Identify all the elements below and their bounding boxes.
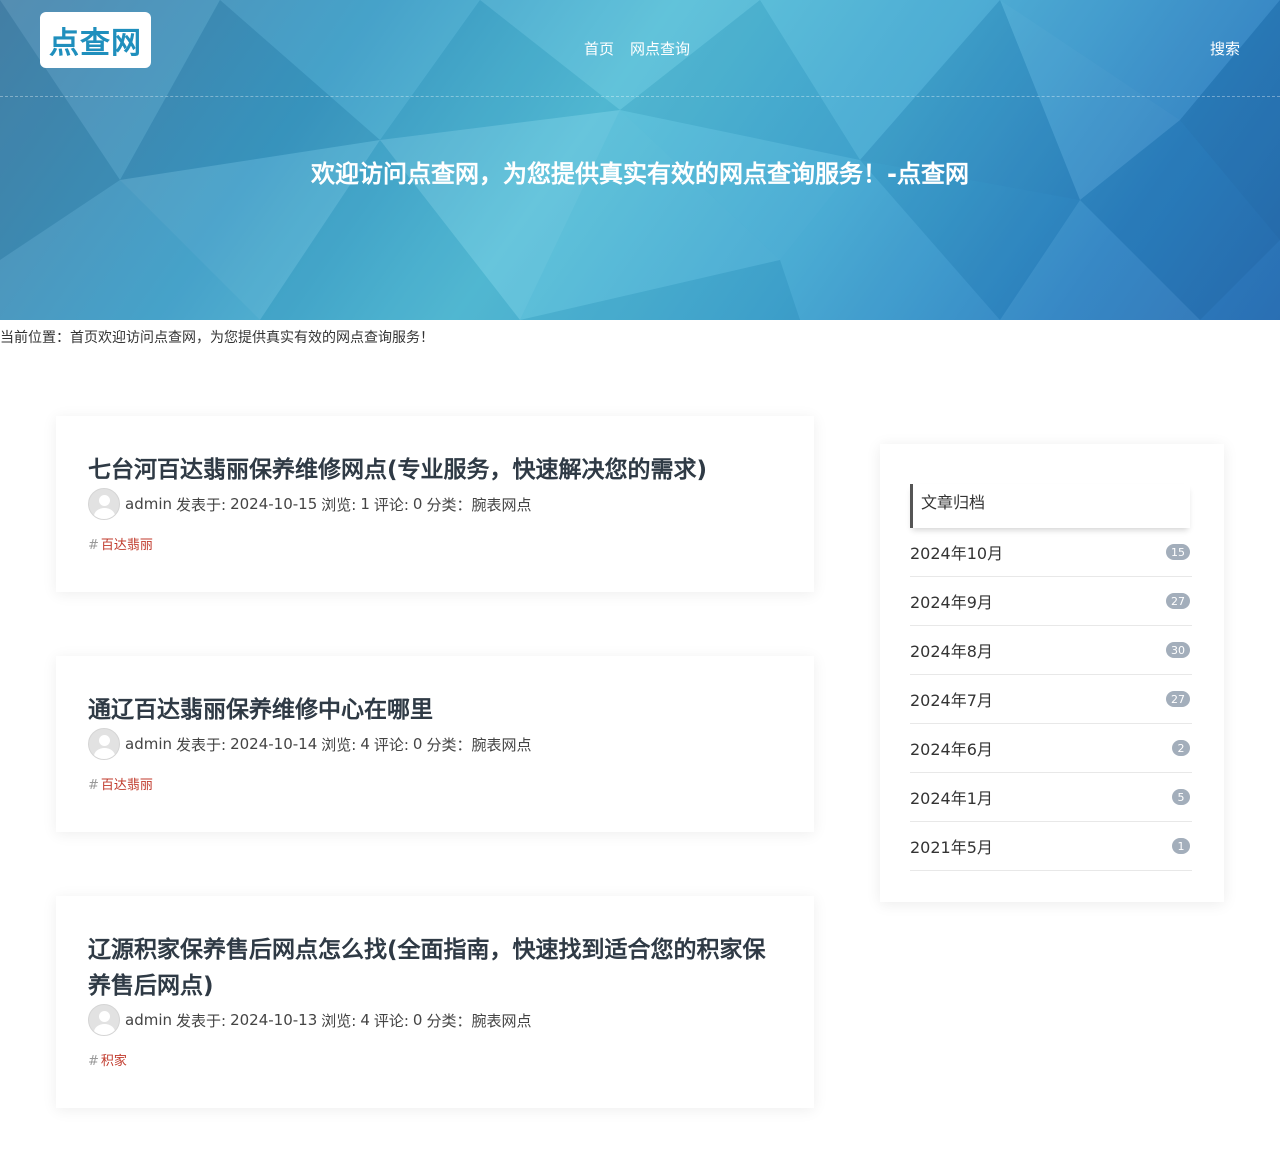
published-label: 发表于: [176, 1011, 227, 1030]
article-title[interactable]: 通辽百达翡丽保养维修中心在哪里 [88, 692, 782, 728]
banner-title: 欢迎访问点查网，为您提供真实有效的网点查询服务！-点查网 [311, 160, 969, 188]
views-count: 4 [360, 735, 370, 753]
publish-date: 2024-10-14 [230, 735, 318, 753]
comments-count: 0 [412, 1011, 423, 1029]
archive-month: 2024年9月 [910, 593, 993, 612]
tag-hash: # [88, 538, 99, 553]
author-name[interactable]: admin [125, 495, 172, 513]
archive-heading: 文章归档 [910, 484, 1190, 528]
article-tag: # 百达翡丽 [88, 774, 782, 793]
article-card: 辽源积家保养售后网点怎么找(全面指南，快速找到适合您的积家保养售后网点) adm… [56, 896, 814, 1108]
published-label: 发表于: [176, 735, 227, 754]
category-label: 分类： [426, 735, 472, 754]
avatar [88, 728, 120, 760]
tag-link[interactable]: 百达翡丽 [101, 538, 153, 553]
tag-link[interactable]: 百达翡丽 [101, 778, 153, 793]
archive-month: 2024年8月 [910, 642, 993, 661]
archive-count-badge: 27 [1166, 593, 1190, 609]
article-card: 通辽百达翡丽保养维修中心在哪里 admin 发表于: 2024-10-14 浏览… [56, 656, 814, 832]
logo-text: 点查网 [49, 26, 142, 61]
search-link[interactable]: 搜索 [1210, 38, 1240, 59]
tag-hash: # [88, 1054, 99, 1069]
comments-count: 0 [412, 735, 423, 753]
article-meta: admin 发表于: 2024-10-15 浏览: 1 评论: 0 分类： 腕表… [88, 488, 782, 520]
article-card: 七台河百达翡丽保养维修网点(专业服务，快速解决您的需求) admin 发表于: … [56, 416, 814, 592]
archive-item[interactable]: 2024年6月 2 [910, 724, 1192, 773]
comments-label: 评论: [373, 1011, 409, 1030]
published-label: 发表于: [176, 495, 227, 514]
article-meta: admin 发表于: 2024-10-14 浏览: 4 评论: 0 分类： 腕表… [88, 728, 782, 760]
author-name[interactable]: admin [125, 735, 172, 753]
article-meta: admin 发表于: 2024-10-13 浏览: 4 评论: 0 分类： 腕表… [88, 1004, 782, 1036]
article-tag: # 积家 [88, 1050, 782, 1069]
archive-item[interactable]: 2024年8月 30 [910, 626, 1192, 675]
article-title[interactable]: 七台河百达翡丽保养维修网点(专业服务，快速解决您的需求) [88, 452, 782, 488]
site-header: 点查网 首页 网点查询 搜索 欢迎访问点查网，为您提供真实有效的网点查询服务！-… [0, 0, 1280, 320]
archive-count-badge: 5 [1172, 789, 1190, 805]
category-link[interactable]: 腕表网点 [471, 734, 531, 755]
archive-item[interactable]: 2024年7月 27 [910, 675, 1192, 724]
views-label: 浏览: [321, 1011, 357, 1030]
article-tag: # 百达翡丽 [88, 534, 782, 553]
breadcrumb: 当前位置：首页欢迎访问点查网，为您提供真实有效的网点查询服务！ [0, 330, 434, 346]
archive-item[interactable]: 2024年1月 5 [910, 773, 1192, 822]
header-divider [0, 96, 1280, 97]
nav-branch-search[interactable]: 网点查询 [630, 38, 690, 59]
archive-count-badge: 15 [1166, 544, 1190, 560]
publish-date: 2024-10-13 [230, 1011, 318, 1029]
category-link[interactable]: 腕表网点 [471, 494, 531, 515]
avatar [88, 488, 120, 520]
category-label: 分类： [426, 1011, 472, 1030]
archive-list: 2024年10月 15 2024年9月 27 2024年8月 30 2024年7月 27… [910, 528, 1192, 871]
category-label: 分类： [426, 495, 472, 514]
archive-count-badge: 1 [1172, 838, 1190, 854]
archive-month: 2024年6月 [910, 740, 993, 759]
views-label: 浏览: [321, 495, 357, 514]
archive-month: 2021年5月 [910, 838, 993, 857]
views-count: 4 [360, 1011, 370, 1029]
tag-link[interactable]: 积家 [101, 1054, 127, 1069]
views-count: 1 [360, 495, 370, 513]
main-nav: 首页 网点查询 [584, 38, 690, 59]
archive-count-badge: 2 [1172, 740, 1190, 756]
comments-label: 评论: [373, 495, 409, 514]
archive-count-badge: 27 [1166, 691, 1190, 707]
archive-widget: 文章归档 2024年10月 15 2024年9月 27 2024年8月 30 2024… [880, 444, 1224, 902]
article-title[interactable]: 辽源积家保养售后网点怎么找(全面指南，快速找到适合您的积家保养售后网点) [88, 932, 778, 1004]
comments-count: 0 [412, 495, 423, 513]
avatar [88, 1004, 120, 1036]
site-logo[interactable]: 点查网 [40, 12, 151, 68]
archive-count-badge: 30 [1166, 642, 1190, 658]
publish-date: 2024-10-15 [230, 495, 318, 513]
archive-item[interactable]: 2024年9月 27 [910, 577, 1192, 626]
author-name[interactable]: admin [125, 1011, 172, 1029]
category-link[interactable]: 腕表网点 [471, 1010, 531, 1031]
nav-home[interactable]: 首页 [584, 38, 614, 59]
archive-month: 2024年10月 [910, 544, 1004, 563]
archive-item[interactable]: 2021年5月 1 [910, 822, 1192, 871]
archive-month: 2024年1月 [910, 789, 993, 808]
archive-item[interactable]: 2024年10月 15 [910, 528, 1192, 577]
archive-month: 2024年7月 [910, 691, 993, 710]
tag-hash: # [88, 778, 99, 793]
comments-label: 评论: [373, 735, 409, 754]
views-label: 浏览: [321, 735, 357, 754]
